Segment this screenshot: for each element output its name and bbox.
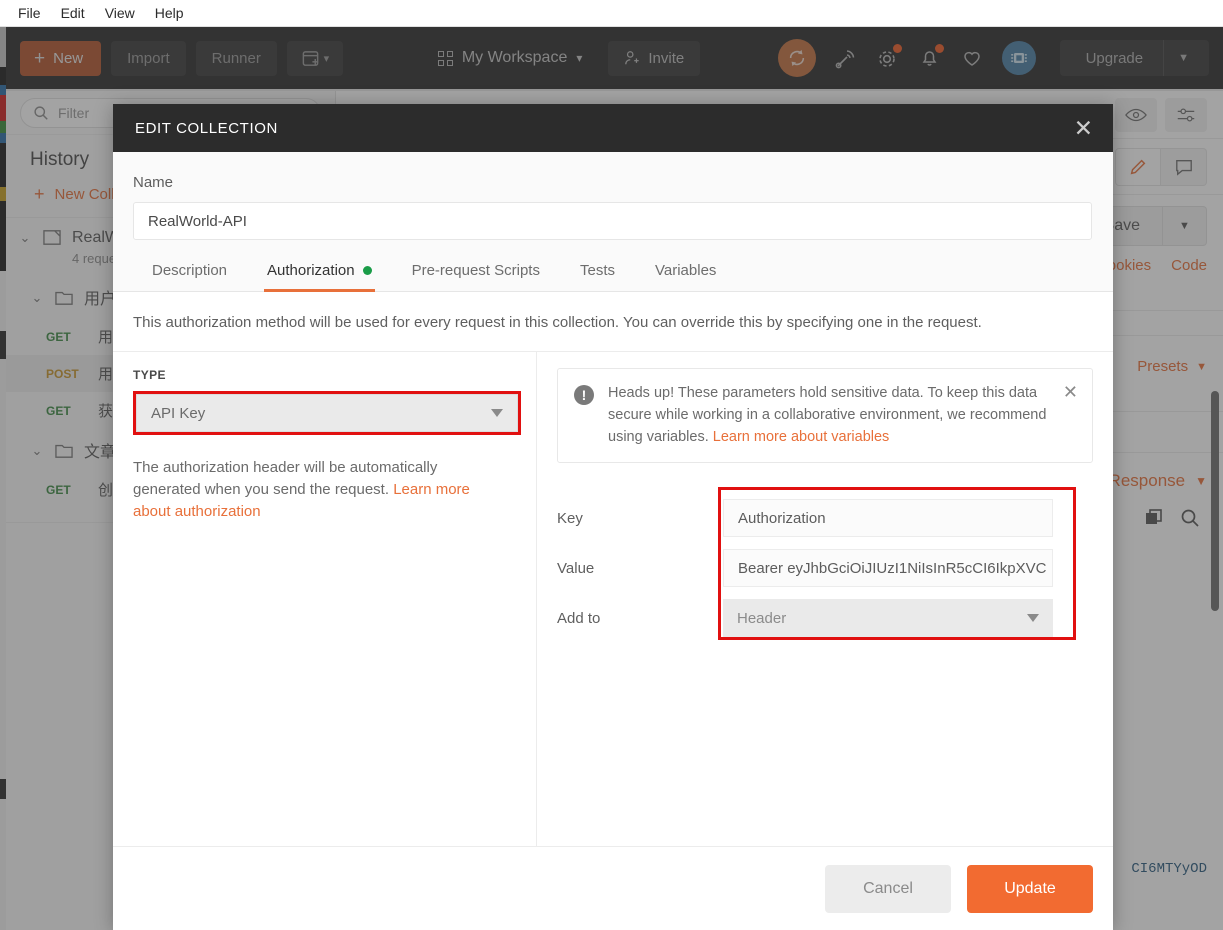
cancel-button[interactable]: Cancel <box>825 864 951 913</box>
tab-label: Tests <box>579 262 615 279</box>
modal-header: EDIT COLLECTION ✕ <box>113 104 1113 152</box>
api-key-fields: Key Authorization Value Bearer eyJhbGciO… <box>557 487 1095 641</box>
addto-select[interactable]: Header <box>723 599 1053 638</box>
close-icon[interactable]: ✕ <box>1074 116 1093 140</box>
auth-area: TYPE API Key The authorization header wi… <box>113 351 1113 846</box>
modal-tabs: Description Authorization Pre-request Sc… <box>113 240 1113 292</box>
type-label: TYPE <box>133 368 166 382</box>
auth-right-column: ! Heads up! These parameters hold sensit… <box>537 352 1113 846</box>
tab-label: Authorization <box>267 262 355 279</box>
heads-up-banner: ! Heads up! These parameters hold sensit… <box>557 368 1093 464</box>
auth-help-text: The authorization header will be automat… <box>133 457 503 522</box>
type-highlight-box: API Key <box>133 391 521 435</box>
menu-edit[interactable]: Edit <box>51 3 95 23</box>
addto-field-row: Add to Header <box>557 599 1095 638</box>
tab-variables[interactable]: Variables <box>635 262 736 291</box>
edit-collection-modal: EDIT COLLECTION ✕ Name Description Autho… <box>113 104 1113 930</box>
tab-pre-request-scripts[interactable]: Pre-request Scripts <box>392 262 560 291</box>
menu-file[interactable]: File <box>8 3 51 23</box>
modal-footer: Cancel Update <box>113 846 1113 930</box>
caret-down-icon <box>1027 614 1039 623</box>
tab-label: Variables <box>655 262 717 279</box>
auth-type-value: API Key <box>151 404 206 422</box>
tab-tests[interactable]: Tests <box>560 262 635 291</box>
os-menu-bar: File Edit View Help <box>0 0 1223 27</box>
tab-description[interactable]: Description <box>133 262 247 291</box>
value-input[interactable]: Bearer eyJhbGciOiJIUzI1NiIsInR5cCI6IkpXV… <box>723 549 1053 588</box>
auth-help-sentence: The authorization header will be automat… <box>133 459 438 498</box>
auth-left-column: TYPE API Key The authorization header wi… <box>113 352 537 846</box>
close-icon[interactable]: ✕ <box>1063 383 1078 448</box>
key-field-row: Key Authorization <box>557 499 1095 538</box>
name-block: Name <box>113 152 1113 240</box>
collection-name-input[interactable] <box>133 202 1092 240</box>
heads-up-text: Heads up! These parameters hold sensitiv… <box>608 383 1049 448</box>
caret-down-icon <box>491 409 503 417</box>
exclamation-icon: ! <box>574 385 594 405</box>
tab-label: Description <box>152 262 228 279</box>
app-root: File Edit View Help + New Import Runner … <box>0 0 1223 930</box>
name-label: Name <box>133 174 174 191</box>
tab-authorization[interactable]: Authorization <box>247 262 392 292</box>
learn-more-variables-link[interactable]: Learn more about variables <box>713 429 890 445</box>
key-input[interactable]: Authorization <box>723 499 1053 538</box>
value-field-row: Value Bearer eyJhbGciOiJIUzI1NiIsInR5cCI… <box>557 549 1095 588</box>
auth-type-select[interactable]: API Key <box>136 394 518 432</box>
addto-value: Header <box>737 609 787 627</box>
addto-label: Add to <box>557 609 601 627</box>
auth-description: This authorization method will be used f… <box>113 292 1113 351</box>
update-button[interactable]: Update <box>967 864 1093 913</box>
configured-dot-icon <box>362 266 372 275</box>
tab-label: Pre-request Scripts <box>411 262 540 279</box>
menu-view[interactable]: View <box>95 3 145 23</box>
value-label: Value <box>557 559 595 577</box>
modal-title: EDIT COLLECTION <box>135 119 278 137</box>
key-label: Key <box>557 509 583 527</box>
modal-body: Name Description Authorization Pre-reque… <box>113 152 1113 846</box>
menu-help[interactable]: Help <box>145 3 194 23</box>
